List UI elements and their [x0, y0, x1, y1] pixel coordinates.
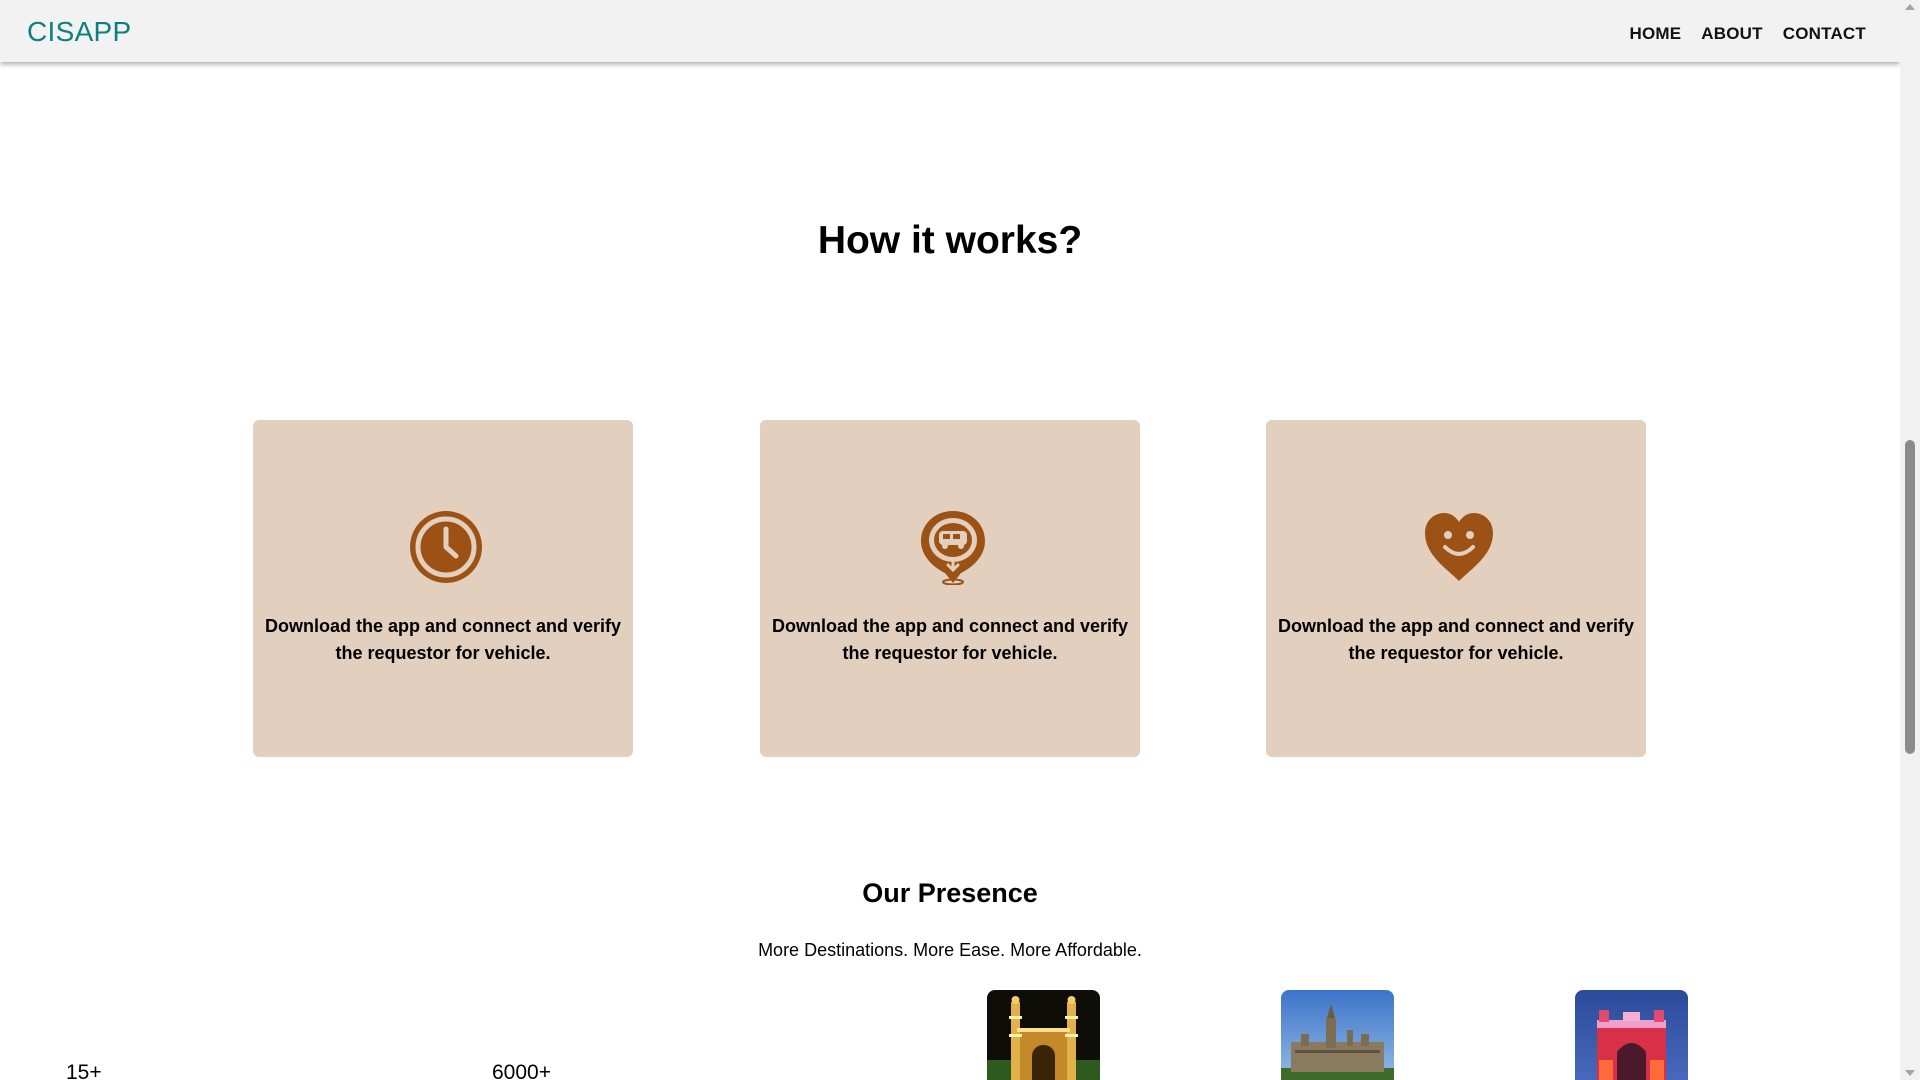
step-card: Download the app and connect and verify … — [253, 420, 633, 757]
how-it-works-title: How it works? — [817, 219, 1083, 262]
our-presence-subtitle: More Destinations. More Ease. More Affor… — [758, 940, 1142, 960]
scroll-down-arrow-icon[interactable] — [1905, 1070, 1915, 1076]
page: CISAPP HOME ABOUT CONTACT How it works? … — [0, 0, 1900, 1080]
step-card-text: Download the app and connect and verify … — [1277, 616, 1635, 663]
smiley-heart-icon — [1425, 513, 1493, 581]
step-card: Download the app and connect and verify … — [760, 420, 1140, 757]
step-card-text: Download the app and connect and verify … — [264, 616, 622, 663]
stat-users-count: 6000+ — [492, 1061, 551, 1080]
scroll-up-arrow-icon[interactable] — [1905, 4, 1915, 10]
vehicle-location-pin-icon — [921, 511, 985, 585]
nav-home-link[interactable]: HOME — [1629, 24, 1681, 44]
our-presence-title: Our Presence — [862, 878, 1038, 908]
how-it-works-cards: Download the app and connect and verify … — [0, 420, 1900, 757]
step-card: Download the app and connect and verify … — [1266, 420, 1646, 757]
nav-contact-link[interactable]: CONTACT — [1783, 24, 1866, 44]
gateway-of-india-image — [1575, 990, 1688, 1080]
nav-about-link[interactable]: ABOUT — [1701, 24, 1762, 44]
nav-links: HOME ABOUT CONTACT — [1629, 24, 1866, 44]
clock-icon — [410, 511, 482, 583]
vertical-scrollbar[interactable] — [1900, 0, 1920, 1080]
navbar: CISAPP HOME ABOUT CONTACT — [0, 0, 1900, 62]
brand-logo[interactable]: CISAPP — [27, 16, 132, 48]
stat-cities-count: 15+ — [66, 1061, 102, 1080]
step-card-text: Download the app and connect and verify … — [771, 616, 1129, 663]
scrollbar-thumb[interactable] — [1905, 440, 1915, 754]
palace-image — [1281, 990, 1394, 1080]
charminar-image — [987, 990, 1100, 1080]
